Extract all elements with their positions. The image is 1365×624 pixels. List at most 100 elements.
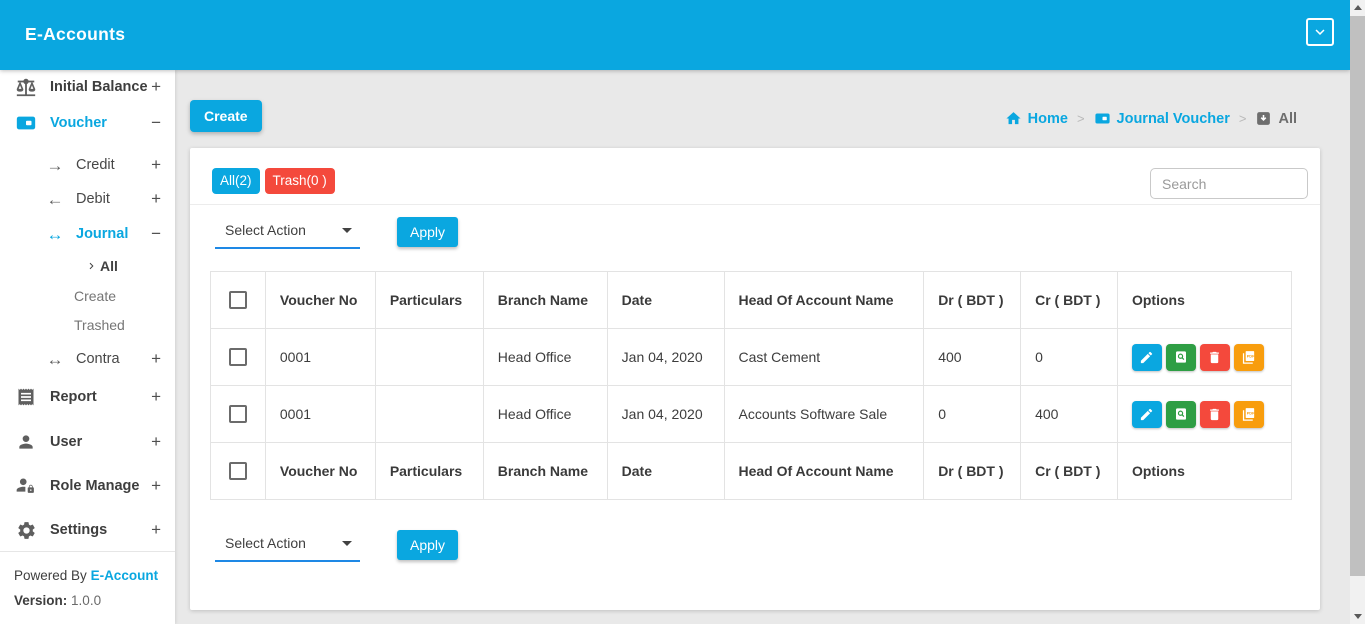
sidebar-item-report[interactable]: Report + [0, 380, 175, 414]
row-options: PDF [1132, 344, 1277, 371]
select-action-dropdown-bottom[interactable]: Select Action [215, 528, 360, 562]
breadcrumb-home[interactable]: Home [1005, 110, 1068, 127]
scrollbar-thumb[interactable] [1350, 16, 1365, 576]
sidebar-item-label: Contra [76, 351, 120, 367]
breadcrumb-separator: > [1239, 111, 1247, 126]
voucher-table: Voucher No Particulars Branch Name Date … [210, 271, 1292, 500]
col-cr: Cr ( BDT ) [1021, 272, 1118, 329]
person-icon [14, 430, 38, 454]
sidebar-item-contra[interactable]: ↔ Contra + [0, 344, 175, 374]
sidebar-item-initial-balance[interactable]: Initial Balance + [0, 70, 175, 104]
cell-branch-name: Head Office [483, 386, 607, 443]
cell-dr: 0 [924, 386, 1021, 443]
sidebar-item-label: Role Manage [50, 478, 139, 494]
scroll-up-arrow-icon[interactable] [1354, 5, 1362, 10]
cell-cr: 400 [1021, 386, 1118, 443]
sidebar-item-label: Initial Balance [50, 79, 148, 95]
view-button[interactable] [1166, 344, 1196, 371]
breadcrumb-current-all: All [1255, 110, 1297, 127]
sidebar-item-journal[interactable]: ↔ Journal − [0, 219, 175, 249]
breadcrumb-journal-voucher[interactable]: Journal Voucher [1094, 110, 1230, 127]
search-input[interactable] [1150, 168, 1308, 199]
sidebar-item-label: Credit [76, 157, 115, 173]
edit-button[interactable] [1132, 401, 1162, 428]
col-cr: Cr ( BDT ) [1021, 443, 1118, 500]
scroll-down-arrow-icon[interactable] [1354, 614, 1362, 619]
col-dr: Dr ( BDT ) [924, 272, 1021, 329]
col-branch-name: Branch Name [483, 443, 607, 500]
apply-button-bottom[interactable]: Apply [397, 530, 458, 560]
expand-plus-icon[interactable]: + [151, 432, 161, 452]
divider [190, 204, 1320, 205]
cell-head-of-account: Accounts Software Sale [724, 386, 924, 443]
collapse-minus-icon[interactable]: − [151, 113, 161, 133]
sidebar-item-journal-all[interactable]: All [0, 252, 175, 280]
expand-plus-icon[interactable]: + [151, 476, 161, 496]
collapse-minus-icon[interactable]: − [151, 224, 161, 244]
expand-plus-icon[interactable]: + [151, 155, 161, 175]
view-button[interactable] [1166, 401, 1196, 428]
header-dropdown-button[interactable] [1306, 18, 1334, 46]
breadcrumb-separator: > [1077, 111, 1085, 126]
expand-plus-icon[interactable]: + [151, 189, 161, 209]
col-options: Options [1117, 272, 1291, 329]
cell-branch-name: Head Office [483, 329, 607, 386]
arrow-left-right-icon: ↔ [44, 348, 66, 370]
arrow-left-right-icon: ↔ [44, 223, 66, 245]
tab-all[interactable]: All(2) [212, 168, 260, 194]
select-all-checkbox[interactable] [229, 291, 247, 309]
cell-cr: 0 [1021, 329, 1118, 386]
cell-particulars [375, 386, 483, 443]
trash-icon [1207, 407, 1222, 422]
voucher-card-icon [1094, 110, 1111, 127]
col-dr: Dr ( BDT ) [924, 443, 1021, 500]
select-action-dropdown-top[interactable]: Select Action [215, 215, 360, 249]
sidebar-item-settings[interactable]: Settings + [0, 513, 175, 547]
magnifier-doc-icon [1173, 406, 1189, 422]
edit-button[interactable] [1132, 344, 1162, 371]
create-button[interactable]: Create [190, 100, 262, 132]
cell-voucher-no: 0001 [265, 386, 375, 443]
pdf-button[interactable]: PDF [1234, 344, 1264, 371]
select-all-checkbox[interactable] [229, 462, 247, 480]
pdf-text: PDF [1247, 353, 1255, 358]
row-checkbox[interactable] [229, 405, 247, 423]
trash-icon [1207, 350, 1222, 365]
table-footer-row: Voucher No Particulars Branch Name Date … [211, 443, 1292, 500]
gear-icon [14, 518, 38, 542]
sidebar-item-label: All [100, 258, 118, 274]
sidebar-item-label: Trashed [74, 317, 125, 333]
expand-plus-icon[interactable]: + [151, 77, 161, 97]
sidebar-item-role-manage[interactable]: Role Manage + [0, 469, 175, 503]
row-checkbox[interactable] [229, 348, 247, 366]
app-header: E-Accounts [0, 0, 1350, 70]
sidebar-item-label: Debit [76, 191, 110, 207]
sidebar-item-journal-trashed[interactable]: Trashed [0, 311, 175, 339]
magnifier-doc-icon [1173, 349, 1189, 365]
version-label: Version: [14, 593, 67, 608]
sidebar-item-label: Settings [50, 522, 107, 538]
sidebar-item-credit[interactable]: → Credit + [0, 150, 175, 180]
col-options: Options [1117, 443, 1291, 500]
delete-button[interactable] [1200, 401, 1230, 428]
expand-plus-icon[interactable]: + [151, 349, 161, 369]
vertical-scrollbar[interactable] [1350, 0, 1365, 624]
table-row: 0001 Head Office Jan 04, 2020 Cast Cemen… [211, 329, 1292, 386]
brand-link[interactable]: E-Account [91, 568, 159, 583]
sidebar-item-voucher[interactable]: Voucher − [0, 106, 175, 140]
caret-down-icon [342, 228, 352, 233]
expand-plus-icon[interactable]: + [151, 387, 161, 407]
tab-trash[interactable]: Trash(0 ) [265, 168, 335, 194]
pdf-button[interactable]: PDF [1234, 401, 1264, 428]
chevron-right-icon [86, 260, 98, 272]
voucher-card-icon [14, 111, 38, 135]
col-voucher-no: Voucher No [265, 443, 375, 500]
cell-date: Jan 04, 2020 [607, 386, 724, 443]
delete-button[interactable] [1200, 344, 1230, 371]
expand-plus-icon[interactable]: + [151, 520, 161, 540]
sidebar-item-user[interactable]: User + [0, 425, 175, 459]
sidebar-item-debit[interactable]: ← Debit + [0, 184, 175, 214]
sidebar-item-journal-create[interactable]: Create [0, 282, 175, 310]
pdf-icon: PDF [1240, 406, 1257, 423]
apply-button-top[interactable]: Apply [397, 217, 458, 247]
